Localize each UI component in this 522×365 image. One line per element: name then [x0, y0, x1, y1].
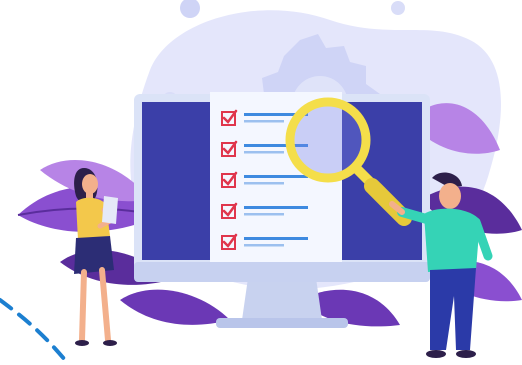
- text-line: [244, 120, 284, 123]
- text-line: [244, 244, 284, 247]
- checklist-review-illustration: [0, 0, 522, 362]
- illustration-stage: [0, 0, 522, 365]
- text-line: [244, 213, 284, 216]
- text-line: [244, 151, 284, 154]
- text-line: [244, 175, 308, 178]
- dashed-line: [0, 298, 67, 362]
- text-line: [244, 206, 308, 209]
- screen-left-panel: [142, 102, 212, 260]
- text-line: [244, 182, 284, 185]
- text-line: [244, 237, 308, 240]
